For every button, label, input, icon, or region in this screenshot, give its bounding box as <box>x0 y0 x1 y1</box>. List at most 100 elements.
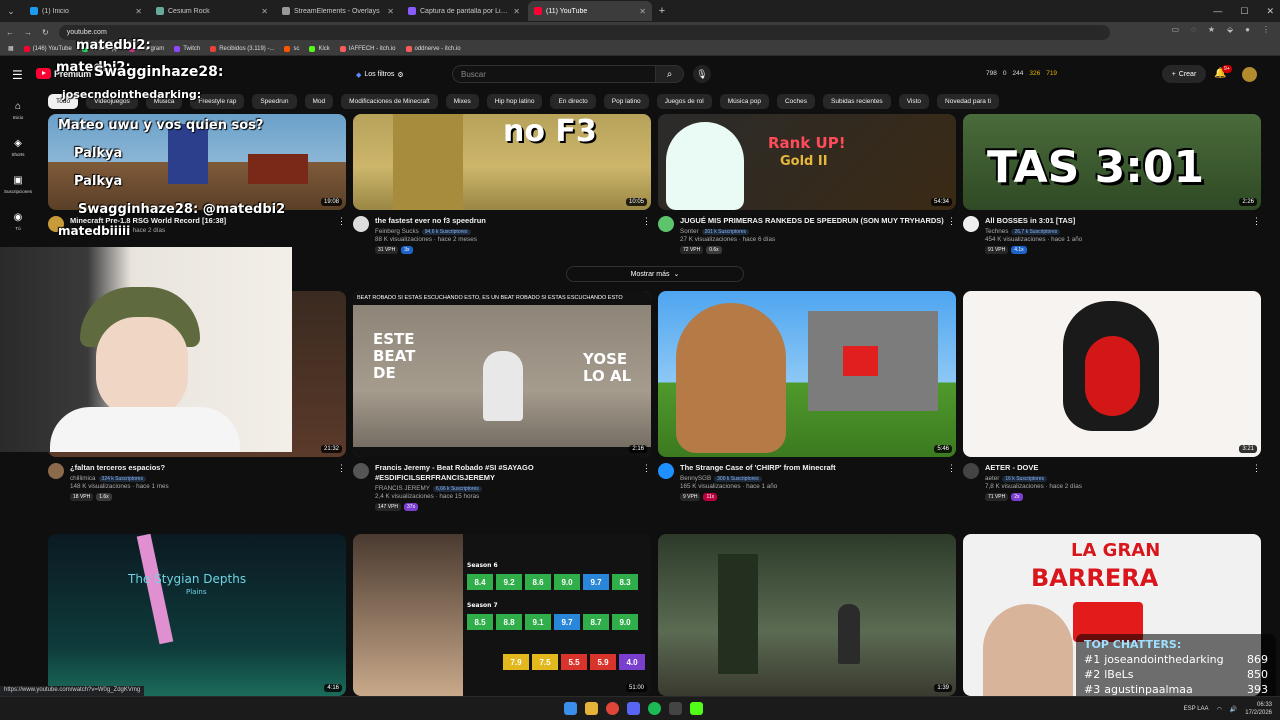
chip-pop-latino[interactable]: Pop latino <box>603 94 649 109</box>
video-thumbnail[interactable]: no F3 10:05 <box>353 114 651 210</box>
more-options-icon[interactable]: ⋮ <box>947 463 956 474</box>
voice-search-button[interactable]: 🎙 <box>693 65 711 83</box>
channel-name[interactable]: chillimica <box>70 475 96 482</box>
bookmark-item[interactable]: Twitch <box>174 45 200 52</box>
close-icon[interactable]: ✕ <box>261 7 268 16</box>
chip-m-sica-pop[interactable]: Música pop <box>719 94 769 109</box>
profile-icon[interactable]: ● <box>1245 25 1250 34</box>
spotify-icon[interactable] <box>648 702 661 715</box>
close-window-icon[interactable]: ✕ <box>1266 6 1274 17</box>
more-options-icon[interactable]: ⋮ <box>1252 463 1261 474</box>
channel-avatar[interactable] <box>48 463 64 479</box>
video-thumbnail[interactable]: 1:39 <box>658 534 956 696</box>
browser-tab-youtube[interactable]: (11) YouTube ✕ <box>528 1 652 21</box>
bookmark-item[interactable]: (146) YouTube <box>23 45 72 52</box>
maximize-icon[interactable]: ☐ <box>1240 6 1248 17</box>
volume-icon[interactable]: 🔊 <box>1230 706 1237 713</box>
video-thumbnail[interactable]: Season 6 8.4 9.2 8.6 9.0 9.7 8.3 Season 7 8.5… <box>353 534 651 696</box>
video-title[interactable]: Francis Jeremy - Beat Robado #SI #SAYAGO… <box>375 463 651 483</box>
chip-juegos-de-rol[interactable]: Juegos de rol <box>656 94 712 109</box>
video-thumbnail[interactable]: BEAT ROBADO SI ESTAS ESCUCHANDO ESTO, ES… <box>353 291 651 457</box>
guide-item-you[interactable]: ◉ Tú <box>0 203 36 240</box>
forward-icon[interactable]: → <box>24 28 32 37</box>
video-card[interactable]: TAS 3:01 2:26 All BOSSES in 3:01 [TAS] T… <box>963 114 1261 254</box>
bookmark-item[interactable]: Recibidos (3.119) -... <box>210 45 274 52</box>
video-title[interactable]: All BOSSES in 3:01 [TAS] <box>985 216 1261 226</box>
video-title[interactable]: JUGUÉ MIS PRIMERAS RANKEDS DE SPEEDRUN (… <box>680 216 956 226</box>
channel-name[interactable]: Feinberg Sucks <box>375 228 419 235</box>
browser-tab[interactable]: (1) Inicio ✕ <box>24 1 148 21</box>
clock[interactable]: 06:33 17/2/2026 <box>1245 701 1272 717</box>
wifi-icon[interactable]: ◠ <box>1217 706 1222 713</box>
channel-avatar[interactable] <box>353 216 369 232</box>
channel-avatar[interactable] <box>963 216 979 232</box>
video-card[interactable]: BEAT ROBADO SI ESTAS ESCUCHANDO ESTO, ES… <box>353 291 651 511</box>
new-tab-button[interactable]: + <box>652 5 672 17</box>
channel-avatar[interactable] <box>963 463 979 479</box>
chip-novedad-para-ti[interactable]: Novedad para ti <box>937 94 999 109</box>
extension-icon[interactable]: ⬙ <box>1227 25 1233 34</box>
guide-item-shorts[interactable]: ◈ Shorts <box>0 129 36 166</box>
star-icon[interactable]: ★ <box>1208 25 1215 34</box>
video-card[interactable]: 1:39 <box>658 534 956 696</box>
back-icon[interactable]: ← <box>6 28 14 37</box>
bookmark-item[interactable]: oddnerve - itch.io <box>405 45 461 52</box>
browser-tab[interactable]: Captura de pantalla por Lightshot ✕ <box>402 1 526 21</box>
channel-avatar[interactable] <box>658 463 674 479</box>
more-options-icon[interactable]: ⋮ <box>1252 216 1261 227</box>
file-explorer-icon[interactable] <box>585 702 598 715</box>
more-options-icon[interactable]: ⋮ <box>947 216 956 227</box>
chip-coches[interactable]: Coches <box>776 94 816 109</box>
browser-tab[interactable]: Cesium Rock ✕ <box>150 1 274 21</box>
video-thumbnail[interactable]: 3:21 <box>963 291 1261 457</box>
chip-hip-hop-latino[interactable]: Hip hop latino <box>486 94 543 109</box>
chrome-icon[interactable] <box>606 702 619 715</box>
close-icon[interactable]: ✕ <box>513 7 520 16</box>
search-button[interactable]: ⌕ <box>656 65 684 83</box>
cast-icon[interactable]: ▭ <box>1172 25 1180 34</box>
channel-name[interactable]: aeter <box>985 475 999 482</box>
chip-mixes[interactable]: Mixes <box>445 94 479 109</box>
close-icon[interactable]: ✕ <box>387 7 394 16</box>
language-indicator[interactable]: ESP LAA <box>1184 706 1209 712</box>
discord-icon[interactable] <box>627 702 640 715</box>
bookmark-item[interactable]: sc <box>284 45 299 52</box>
bookmark-item[interactable]: IAFFECH - itch.io <box>339 45 396 52</box>
guide-item-subscriptions[interactable]: ▣ Suscripciones <box>0 166 36 203</box>
close-icon[interactable]: ✕ <box>135 7 142 16</box>
apps-grid-icon[interactable]: ▦ <box>8 45 14 52</box>
video-card[interactable]: Rank UP! Gold II 54:34 JUGUÉ MIS PRIMERA… <box>658 114 956 254</box>
channel-name[interactable]: BennySGB <box>680 475 711 482</box>
more-icon[interactable]: ⋮ <box>1262 25 1270 34</box>
channel-avatar[interactable] <box>353 463 369 479</box>
more-options-icon[interactable]: ⋮ <box>337 463 346 474</box>
minimize-icon[interactable]: — <box>1213 6 1222 16</box>
url-field[interactable]: youtube.com <box>58 24 1110 40</box>
more-options-icon[interactable]: ⋮ <box>337 216 346 227</box>
obs-icon[interactable] <box>669 702 682 715</box>
channel-name[interactable]: Technes <box>985 228 1008 235</box>
account-avatar[interactable] <box>1242 67 1257 82</box>
channel-name[interactable]: Sonter <box>680 228 699 235</box>
create-button[interactable]: + Crear <box>1162 65 1206 83</box>
channel-name[interactable]: FRANCIS JEREMY <box>375 485 430 492</box>
video-thumbnail[interactable]: Rank UP! Gold II 54:34 <box>658 114 956 210</box>
video-thumbnail[interactable]: 5:46 <box>658 291 956 457</box>
search-input[interactable]: Buscar <box>452 65 656 83</box>
close-icon[interactable]: ✕ <box>639 7 646 16</box>
filters-button[interactable]: ◆ Los filtros ⚙ <box>348 67 412 82</box>
video-card[interactable]: 5:46 The Strange Case of 'CHIRP' from Mi… <box>658 291 956 501</box>
video-card[interactable]: 3:21 AETER - DOVE aeter 16 k Suscriptores… <box>963 291 1261 501</box>
tab-search-icon[interactable]: ⌄ <box>0 0 22 22</box>
start-icon[interactable] <box>564 702 577 715</box>
video-thumbnail[interactable]: The Stygian Depths Plains 4:16 <box>48 534 346 696</box>
video-title[interactable]: the fastest ever no f3 speedrun <box>375 216 651 226</box>
video-thumbnail[interactable]: TAS 3:01 2:26 <box>963 114 1261 210</box>
more-options-icon[interactable]: ⋮ <box>642 463 651 474</box>
video-card[interactable]: Season 6 8.4 9.2 8.6 9.0 9.7 8.3 Season 7 8.5… <box>353 534 651 696</box>
more-options-icon[interactable]: ⋮ <box>642 216 651 227</box>
chip-en-directo[interactable]: En directo <box>550 94 596 109</box>
menu-icon[interactable]: ☰ <box>12 68 23 82</box>
browser-tab[interactable]: StreamElements - Overlays ✕ <box>276 1 400 21</box>
reload-icon[interactable]: ↻ <box>42 28 49 37</box>
